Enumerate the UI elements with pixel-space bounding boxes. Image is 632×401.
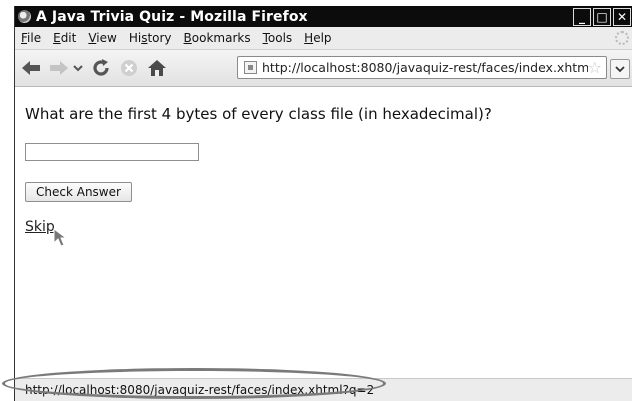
bookmark-star-icon[interactable]: ☆: [588, 58, 602, 77]
menu-view-label: iew: [96, 31, 117, 45]
menu-tools[interactable]: Tools: [257, 31, 299, 45]
menu-history-prefix: Hi: [128, 31, 142, 45]
history-dropdown-button[interactable]: [71, 55, 85, 81]
chevron-down-icon[interactable]: [610, 59, 630, 79]
title-bar: A Java Trivia Quiz - Mozilla Firefox _ □…: [15, 6, 632, 27]
menu-help-mnemonic: H: [304, 31, 314, 45]
menu-help-label: elp: [313, 31, 332, 45]
skip-link[interactable]: Skip: [25, 219, 55, 235]
menu-bookmarks-label: ookmarks: [191, 31, 251, 45]
chevron-down-icon-glyph: [615, 66, 625, 73]
throbber-icon: [615, 31, 629, 45]
menu-history[interactable]: History: [123, 31, 178, 45]
address-bar-url: http://localhost:8080/javaquiz-rest/face…: [262, 60, 588, 75]
browser-window: A Java Trivia Quiz - Mozilla Firefox _ □…: [14, 6, 632, 401]
forward-button[interactable]: [47, 55, 71, 81]
menu-file-label: ile: [27, 31, 42, 45]
stop-button[interactable]: [117, 55, 141, 81]
status-bar: http://localhost:8080/javaquiz-rest/face…: [15, 378, 632, 401]
menu-edit-mnemonic: E: [53, 31, 61, 45]
site-identity-icon[interactable]: [244, 61, 257, 74]
reload-button[interactable]: [89, 55, 113, 81]
minimize-icon[interactable]: _: [573, 8, 591, 26]
reload-icon: [93, 59, 109, 76]
history-dropdown-icon: [73, 65, 83, 72]
window-controls: _ □ ✕: [573, 8, 631, 26]
menu-help[interactable]: Help: [298, 31, 337, 45]
home-icon: [148, 60, 166, 76]
menu-file[interactable]: File: [15, 31, 47, 45]
home-button[interactable]: [145, 55, 169, 81]
quiz-question: What are the first 4 bytes of every clas…: [25, 105, 492, 123]
answer-input[interactable]: [25, 143, 199, 161]
back-button[interactable]: [19, 55, 43, 81]
menu-bookmarks-mnemonic: B: [183, 31, 192, 45]
menu-history-label: tory: [147, 31, 172, 45]
check-answer-button[interactable]: Check Answer: [25, 182, 132, 202]
close-icon[interactable]: ✕: [613, 8, 631, 26]
menu-bar: File Edit View History Bookmarks Tools H…: [15, 27, 632, 50]
back-arrow-icon: [22, 61, 40, 75]
menu-view[interactable]: View: [82, 31, 122, 45]
maximize-icon[interactable]: □: [593, 8, 611, 26]
status-url: http://localhost:8080/javaquiz-rest/face…: [25, 383, 375, 397]
forward-arrow-icon: [50, 61, 68, 75]
firefox-app-icon: [18, 10, 31, 23]
window-title: A Java Trivia Quiz - Mozilla Firefox: [36, 8, 308, 25]
page-content: What are the first 4 bytes of every clas…: [15, 87, 632, 379]
menu-tools-label: ools: [267, 31, 293, 45]
stop-icon: [121, 60, 137, 76]
menu-edit[interactable]: Edit: [47, 31, 82, 45]
menu-edit-label: dit: [60, 31, 77, 45]
address-bar[interactable]: http://localhost:8080/javaquiz-rest/face…: [237, 56, 607, 79]
menu-bookmarks[interactable]: Bookmarks: [178, 31, 257, 45]
navigation-toolbar: http://localhost:8080/javaquiz-rest/face…: [15, 50, 632, 87]
mouse-cursor-icon: [53, 228, 68, 247]
